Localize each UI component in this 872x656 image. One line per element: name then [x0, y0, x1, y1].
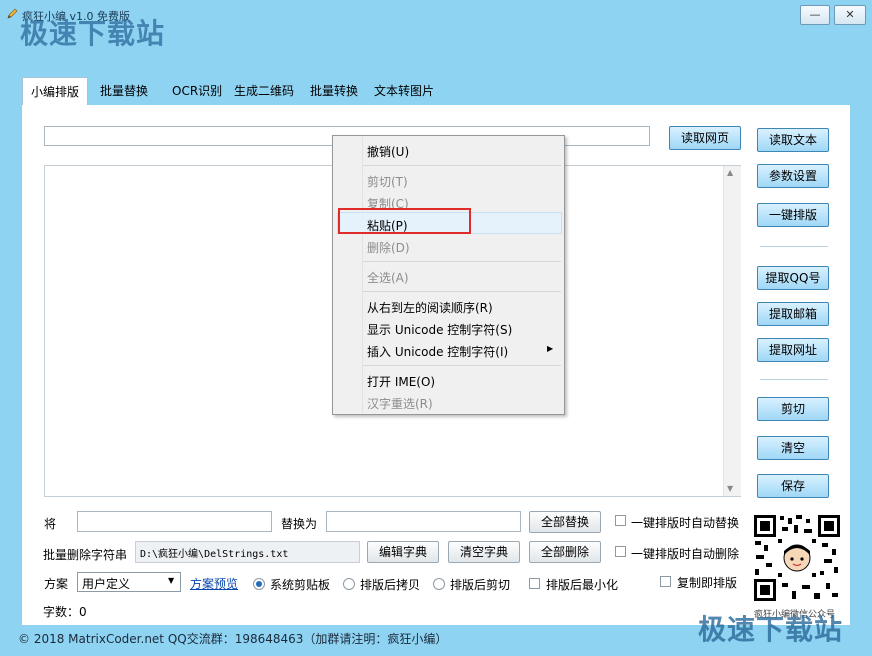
word-count: 字数：0 [43, 605, 87, 619]
minimize-after-checkbox[interactable] [529, 578, 540, 589]
tab-text-to-image[interactable]: 文本转图片 [366, 80, 442, 104]
radio-copy-after[interactable] [343, 578, 355, 590]
pencil-icon [7, 8, 18, 19]
watermark-logo: 极速下载站 [20, 17, 166, 50]
chevron-down-icon[interactable]: ▼ [168, 576, 174, 585]
copy-layout-label: 复制即排版 [677, 576, 738, 590]
menu-item-undo[interactable]: 撤销(U) [367, 143, 409, 160]
save-button[interactable]: 保存 [757, 474, 829, 498]
menu-item-reconversion[interactable]: 汉字重选(R) [367, 395, 433, 412]
radio-copy-after-label: 排版后拷贝 [360, 578, 421, 592]
menu-item-open-ime[interactable]: 打开 IME(O) [367, 373, 435, 390]
clear-dictionary-button[interactable]: 清空字典 [448, 541, 520, 563]
menu-separator [363, 365, 561, 366]
tab-qrcode[interactable]: 生成二维码 [226, 80, 302, 104]
strings-file-path[interactable]: D:\疯狂小编\DelStrings.txt [135, 541, 360, 563]
radio-system-clipboard[interactable] [253, 578, 265, 590]
menu-separator [363, 291, 561, 292]
replace-input[interactable] [326, 511, 521, 532]
cut-button[interactable]: 剪切 [757, 397, 829, 421]
edit-dictionary-button[interactable]: 编辑字典 [367, 541, 439, 563]
scheme-label: 方案 [44, 577, 69, 591]
one-click-layout-button[interactable]: 一键排版 [757, 203, 829, 227]
copy-layout-checkbox[interactable] [660, 576, 671, 587]
menu-item-show-unicode[interactable]: 显示 Unicode 控制字符(S) [367, 321, 512, 338]
tab-ocr[interactable]: OCR识别 [164, 80, 230, 104]
clear-button[interactable]: 清空 [757, 436, 829, 460]
replace-with-label: 替换为 [281, 517, 318, 531]
scroll-down-icon[interactable]: ▼ [727, 484, 733, 493]
find-label: 将 [44, 517, 57, 531]
menu-item-delete[interactable]: 删除(D) [367, 239, 410, 256]
qr-code-image [752, 513, 842, 603]
extract-url-button[interactable]: 提取网址 [757, 338, 829, 362]
watermark-logo-bottom: 极速下载站 [698, 613, 844, 646]
radio-system-clipboard-label: 系统剪贴板 [270, 578, 331, 592]
menu-item-select-all[interactable]: 全选(A) [367, 269, 409, 286]
tab-batch-replace[interactable]: 批量替换 [92, 80, 156, 104]
minimize-after-label: 排版后最小化 [546, 578, 619, 592]
menu-gutter [334, 137, 363, 413]
read-webpage-button[interactable]: 读取网页 [669, 126, 741, 150]
replace-all-button[interactable]: 全部替换 [529, 511, 601, 533]
vertical-scrollbar[interactable] [723, 166, 741, 496]
divider [760, 246, 828, 247]
auto-delete-checkbox[interactable] [615, 546, 626, 557]
scheme-select[interactable]: 用户定义 [77, 572, 181, 592]
find-input[interactable] [77, 511, 272, 532]
delete-all-button[interactable]: 全部删除 [529, 541, 601, 563]
radio-cut-after[interactable] [433, 578, 445, 590]
auto-replace-label: 一键排版时自动替换 [631, 516, 740, 530]
tab-layout[interactable]: 小编排版 [22, 77, 89, 106]
scroll-up-icon[interactable]: ▲ [727, 168, 733, 177]
divider [760, 379, 828, 380]
footer-text: © 2018 MatrixCoder.net QQ交流群：198648463（加… [18, 632, 448, 646]
close-button[interactable]: ✕ [834, 5, 866, 25]
menu-separator [363, 261, 561, 262]
menu-separator [363, 165, 561, 166]
menu-item-insert-unicode[interactable]: 插入 Unicode 控制字符(I) [367, 343, 508, 360]
minimize-button[interactable]: — [800, 5, 830, 25]
tab-batch-convert[interactable]: 批量转换 [302, 80, 366, 104]
radio-cut-after-label: 排版后剪切 [450, 578, 511, 592]
extract-qq-button[interactable]: 提取QQ号 [757, 266, 829, 290]
batch-delete-label: 批量删除字符串 [43, 548, 128, 562]
context-menu: 撤销(U) 剪切(T) 复制(C) 粘贴(P) 删除(D) 全选(A) 从右到左… [332, 135, 565, 415]
param-settings-button[interactable]: 参数设置 [757, 164, 829, 188]
highlight-annotation-box [338, 208, 471, 234]
auto-delete-label: 一键排版时自动删除 [631, 547, 740, 561]
read-text-button[interactable]: 读取文本 [757, 128, 829, 152]
auto-replace-checkbox[interactable] [615, 515, 626, 526]
submenu-arrow-icon: ▶ [547, 344, 554, 353]
extract-email-button[interactable]: 提取邮箱 [757, 302, 829, 326]
menu-item-cut[interactable]: 剪切(T) [367, 173, 408, 190]
scheme-preview-link[interactable]: 方案预览 [190, 575, 238, 592]
menu-item-rtl[interactable]: 从右到左的阅读顺序(R) [367, 299, 493, 316]
